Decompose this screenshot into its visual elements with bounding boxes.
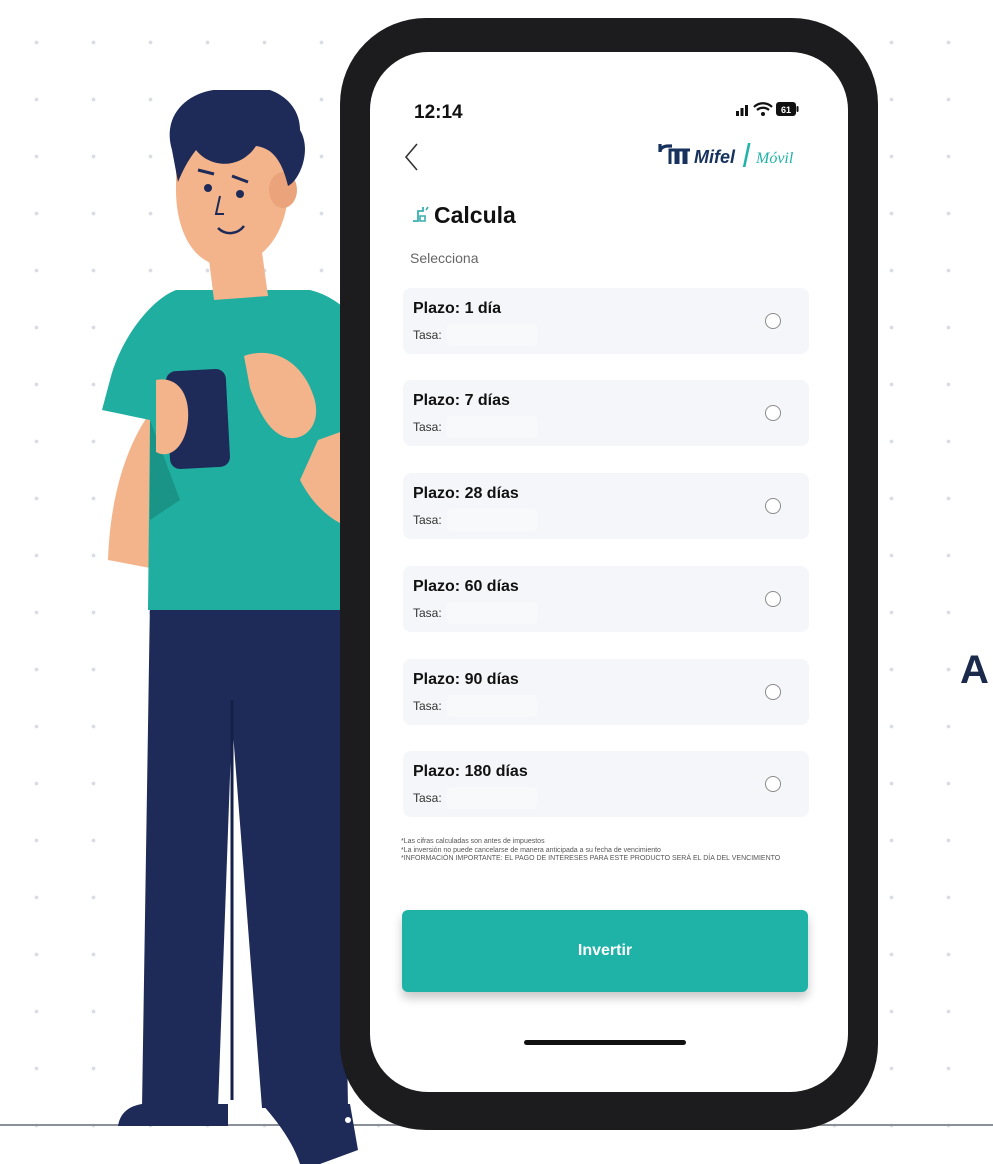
back-icon[interactable] (400, 140, 424, 174)
disclaimer-line: *La inversión no puede cancelarse de man… (401, 846, 661, 854)
radio-button[interactable] (765, 591, 781, 607)
disclaimer-line: *Las cifras calculadas son antes de impu… (401, 838, 545, 845)
rate-label: Tasa: (413, 420, 442, 434)
mifel-logo: Mifel Móvil (658, 143, 794, 167)
section-title: Calcula (434, 202, 516, 228)
status-icons: 61 (736, 102, 799, 116)
plazo-label: Plazo: 28 días (413, 485, 519, 502)
select-label: Selecciona (410, 250, 479, 266)
mifel-mark-icon (658, 144, 690, 164)
plazo-option-1[interactable]: Plazo: 1 día Tasa: (403, 288, 809, 354)
radio-button[interactable] (765, 405, 781, 421)
disclaimer-notes: *Las cifras calculadas son antes de impu… (401, 838, 801, 864)
phone-screen: 12:14 61 Mifel Móvil Calcula Selecciona … (370, 52, 848, 1092)
rate-label: Tasa: (413, 699, 442, 713)
rate-value-box (447, 324, 537, 346)
rate-label: Tasa: (413, 791, 442, 805)
rate-value-box (447, 787, 537, 809)
radio-button[interactable] (765, 776, 781, 792)
rate-value-box (447, 602, 537, 624)
status-time: 12:14 (414, 102, 463, 123)
plazo-option-90[interactable]: Plazo: 90 días Tasa: (403, 659, 809, 725)
battery-level: 61 (781, 105, 791, 115)
plazo-option-180[interactable]: Plazo: 180 días Tasa: (403, 751, 809, 817)
disclaimer-line: *INFORMACIÓN IMPORTANTE: EL PAGO DE INTE… (401, 855, 781, 862)
battery-icon: 61 (776, 102, 799, 116)
plazo-label: Plazo: 90 días (413, 671, 519, 688)
logo-suffix: Móvil (755, 150, 794, 167)
invest-button[interactable]: Invertir (402, 910, 808, 992)
rate-value-box (447, 509, 537, 531)
plazo-label: Plazo: 7 días (413, 392, 510, 409)
plazo-option-7[interactable]: Plazo: 7 días Tasa: (403, 380, 809, 446)
logo-brand: Mifel (694, 147, 736, 167)
radio-button[interactable] (765, 313, 781, 329)
rate-label: Tasa: (413, 513, 442, 527)
calculate-icon (413, 206, 429, 222)
radio-button[interactable] (765, 684, 781, 700)
radio-button[interactable] (765, 498, 781, 514)
background-heading-fragment: A (960, 648, 989, 692)
plazo-label: Plazo: 180 días (413, 763, 528, 780)
rate-value-box (447, 695, 537, 717)
rate-value-box (447, 416, 537, 438)
rate-label: Tasa: (413, 328, 442, 342)
home-indicator[interactable] (524, 1040, 686, 1045)
signal-icon (736, 105, 748, 116)
plazo-label: Plazo: 1 día (413, 300, 502, 317)
plazo-label: Plazo: 60 días (413, 578, 519, 595)
plazo-option-60[interactable]: Plazo: 60 días Tasa: (403, 566, 809, 632)
plazo-option-28[interactable]: Plazo: 28 días Tasa: (403, 473, 809, 539)
rate-label: Tasa: (413, 606, 442, 620)
wifi-icon (753, 102, 773, 116)
